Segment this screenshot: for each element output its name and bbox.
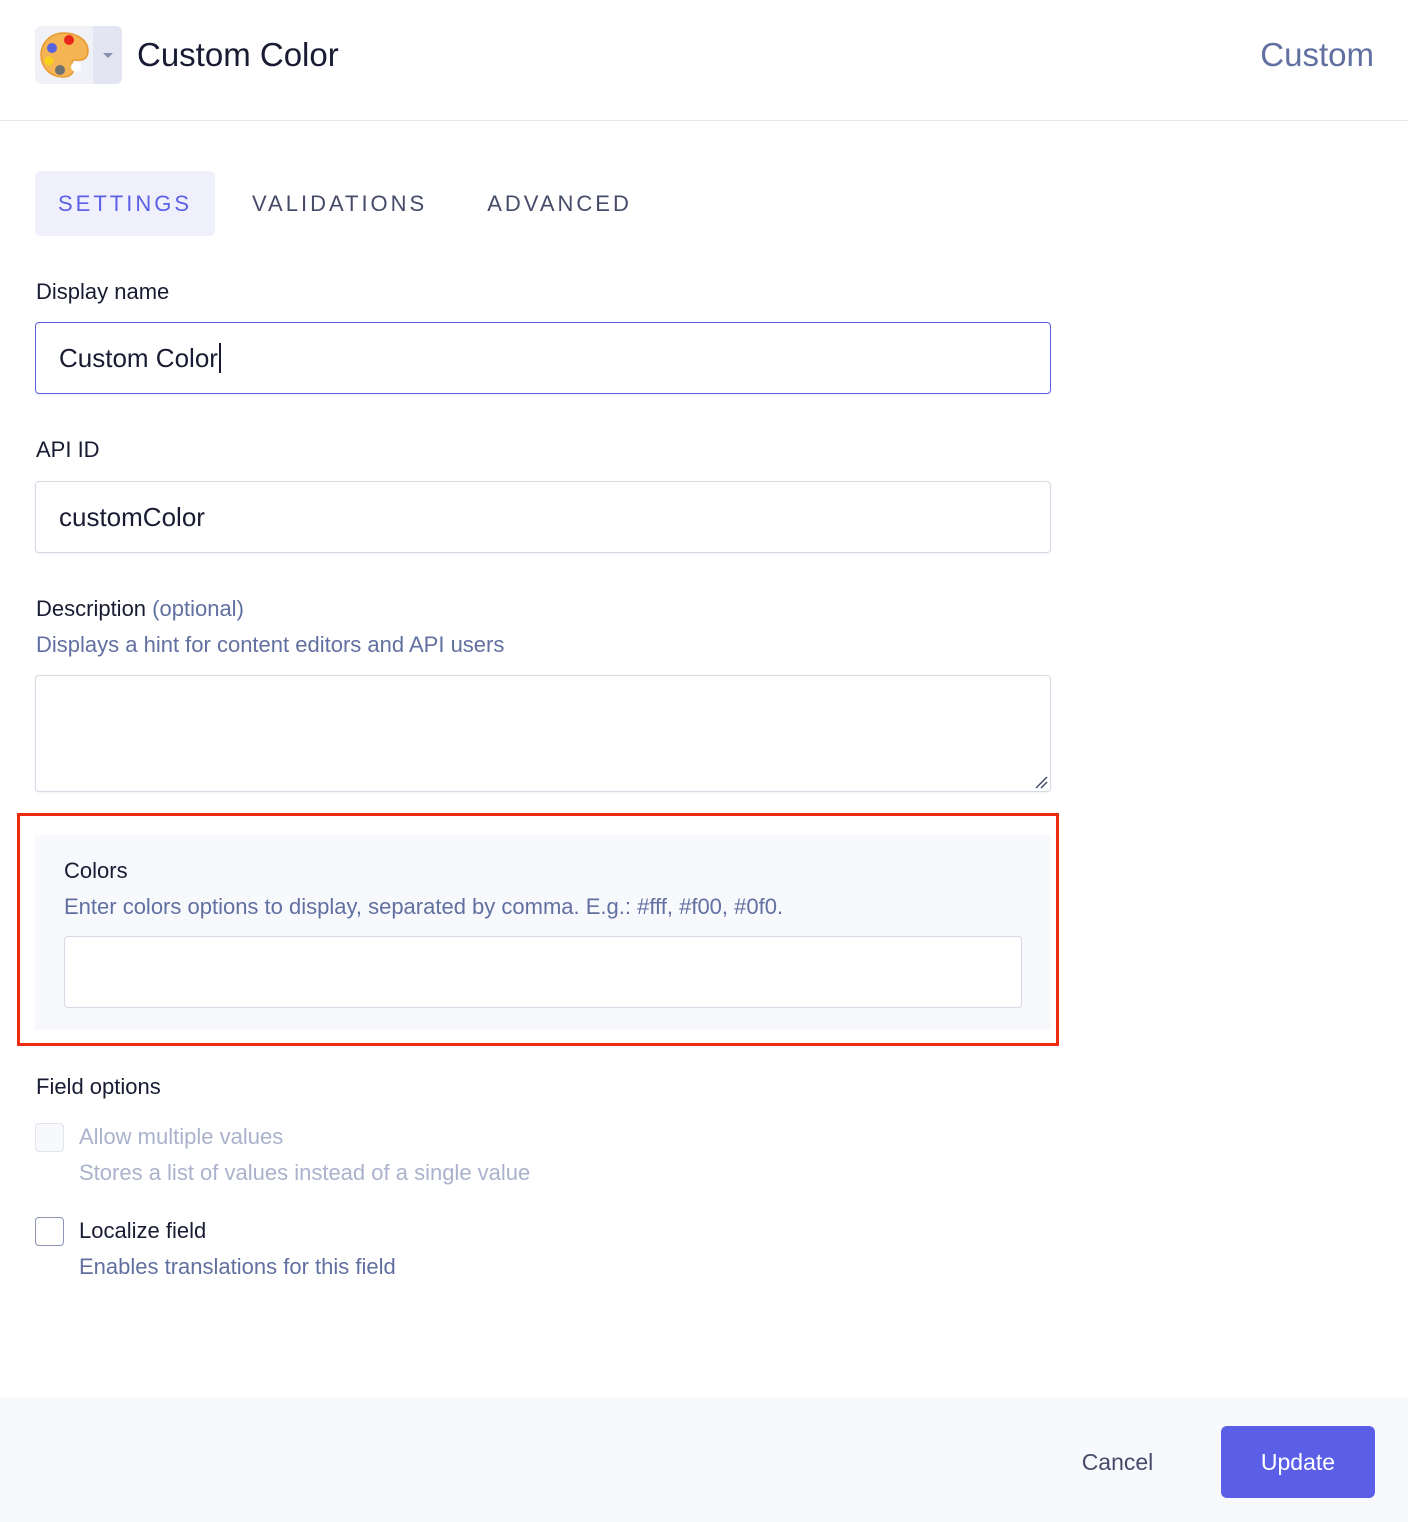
icon-picker[interactable] <box>35 26 122 84</box>
api-id-value: customColor <box>59 501 205 532</box>
colors-label: Colors <box>64 858 128 883</box>
update-button[interactable]: Update <box>1221 1426 1375 1498</box>
allow-multiple-values-description: Stores a list of values instead of a sin… <box>79 1160 531 1185</box>
api-id-label: API ID <box>36 437 100 462</box>
dialog-title: Custom Color <box>137 36 339 73</box>
allow-multiple-values-checkbox[interactable] <box>35 1123 64 1152</box>
description-hint: Displays a hint for content editors and … <box>36 632 505 657</box>
field-type-label: Custom <box>1260 36 1374 73</box>
description-label-text: Description <box>36 596 147 621</box>
colors-input[interactable] <box>64 936 1022 1008</box>
tab-advanced[interactable]: ADVANCED <box>464 171 655 236</box>
display-name-label: Display name <box>36 279 170 304</box>
tab-validations[interactable]: VALIDATIONS <box>229 171 450 236</box>
allow-multiple-values-label: Allow multiple values <box>79 1124 284 1149</box>
colors-config-panel: Colors Enter colors options to display, … <box>35 835 1051 1030</box>
cancel-button[interactable]: Cancel <box>1060 1426 1175 1498</box>
tab-settings[interactable]: SETTINGS <box>35 171 216 236</box>
description-textarea[interactable] <box>35 675 1051 792</box>
description-label: Description (optional) <box>36 596 244 622</box>
localize-field-description: Enables translations for this field <box>79 1254 396 1279</box>
localize-field-checkbox[interactable] <box>35 1217 64 1246</box>
tab-bar: SETTINGS VALIDATIONS ADVANCED <box>35 171 669 236</box>
chevron-down-icon <box>102 52 113 58</box>
text-cursor <box>218 343 221 373</box>
dialog-footer: Cancel Update <box>0 1398 1408 1522</box>
field-options-title: Field options <box>36 1074 161 1099</box>
display-name-input[interactable]: Custom Color <box>35 322 1051 394</box>
localize-field-label: Localize field <box>79 1218 207 1243</box>
resize-handle-icon[interactable] <box>1034 775 1048 789</box>
display-name-value: Custom Color <box>59 342 218 373</box>
api-id-input[interactable]: customColor <box>35 481 1051 553</box>
colors-hint: Enter colors options to display, separat… <box>64 894 784 919</box>
icon-picker-dropdown[interactable] <box>93 26 122 84</box>
artist-palette-icon <box>35 26 93 84</box>
dialog-header: Custom Color Custom <box>0 0 1408 121</box>
optional-tag: (optional) <box>152 596 244 621</box>
